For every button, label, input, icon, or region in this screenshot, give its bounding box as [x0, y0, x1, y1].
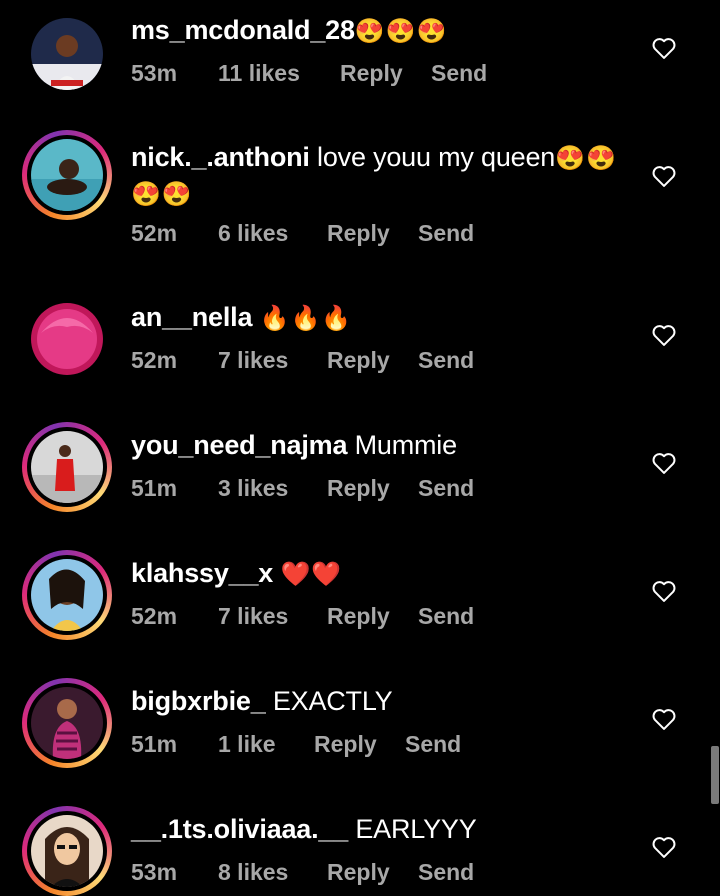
comment-emoji: ❤️❤️	[280, 561, 343, 588]
comment-emoji: 😍😍	[555, 145, 617, 172]
avatar[interactable]	[22, 422, 112, 512]
avatar[interactable]	[22, 294, 112, 384]
comment-text: Mummie	[347, 430, 458, 460]
comment-text	[252, 302, 259, 332]
comment-text: love youu my queen	[309, 142, 556, 172]
send-button[interactable]: Send	[405, 731, 461, 758]
reply-button[interactable]: Reply	[327, 475, 390, 502]
comment-likes[interactable]: 7 likes	[218, 347, 288, 374]
send-button[interactable]: Send	[418, 347, 474, 374]
send-button[interactable]: Send	[431, 60, 487, 87]
comment-time: 52m	[131, 603, 178, 629]
reply-button[interactable]: Reply	[327, 859, 390, 886]
comment-emoji: 🔥🔥🔥	[259, 305, 353, 332]
heart-outline-icon[interactable]	[650, 705, 678, 733]
heart-outline-icon[interactable]	[650, 162, 678, 190]
comment-likes[interactable]: 11 likes	[218, 60, 300, 87]
send-button[interactable]: Send	[418, 475, 474, 502]
reply-button[interactable]: Reply	[327, 220, 390, 247]
comment-username[interactable]: you_need_najma	[131, 430, 347, 460]
scrollbar[interactable]	[711, 746, 719, 804]
comment-username[interactable]: bigbxrbie_	[131, 686, 266, 716]
comment-username[interactable]: ms_mcdonald_28	[131, 15, 355, 45]
comment-emoji: 😍😍😍	[354, 18, 448, 45]
comment-time: 52m	[131, 347, 178, 373]
comment-time: 51m	[131, 731, 178, 757]
avatar[interactable]	[22, 550, 112, 640]
avatar[interactable]	[22, 130, 112, 220]
send-button[interactable]: Send	[418, 603, 474, 630]
reply-button[interactable]: Reply	[327, 603, 390, 630]
comment-username[interactable]: nick._.anthoni	[131, 142, 310, 172]
comment-likes[interactable]: 1 like	[218, 731, 276, 758]
comment-username[interactable]: __.1ts.oliviaaa.__	[131, 814, 348, 844]
comment-likes[interactable]: 6 likes	[218, 220, 288, 247]
comment-username[interactable]: an__nella	[131, 302, 252, 332]
comment-text: EARLYYY	[348, 814, 477, 844]
reply-button[interactable]: Reply	[314, 731, 377, 758]
comment-text: EXACTLY	[265, 686, 393, 716]
heart-outline-icon[interactable]	[650, 449, 678, 477]
comment-username[interactable]: klahssy__x	[131, 558, 273, 588]
comment-time: 52m	[131, 220, 178, 246]
reply-button[interactable]: Reply	[327, 347, 390, 374]
heart-outline-icon[interactable]	[650, 34, 678, 62]
comment-time: 53m	[131, 60, 178, 86]
comment-likes[interactable]: 3 likes	[218, 475, 288, 502]
reply-button[interactable]: Reply	[340, 60, 403, 87]
comment-likes[interactable]: 8 likes	[218, 859, 288, 886]
heart-outline-icon[interactable]	[650, 833, 678, 861]
comment-likes[interactable]: 7 likes	[218, 603, 288, 630]
heart-outline-icon[interactable]	[650, 321, 678, 349]
avatar[interactable]	[22, 678, 112, 768]
send-button[interactable]: Send	[418, 859, 474, 886]
comment-time: 53m	[131, 859, 178, 885]
comment-time: 51m	[131, 475, 178, 501]
comment-emoji-line2: 😍😍	[131, 181, 193, 208]
send-button[interactable]: Send	[418, 220, 474, 247]
avatar[interactable]	[22, 9, 112, 99]
avatar[interactable]	[22, 806, 112, 896]
heart-outline-icon[interactable]	[650, 577, 678, 605]
